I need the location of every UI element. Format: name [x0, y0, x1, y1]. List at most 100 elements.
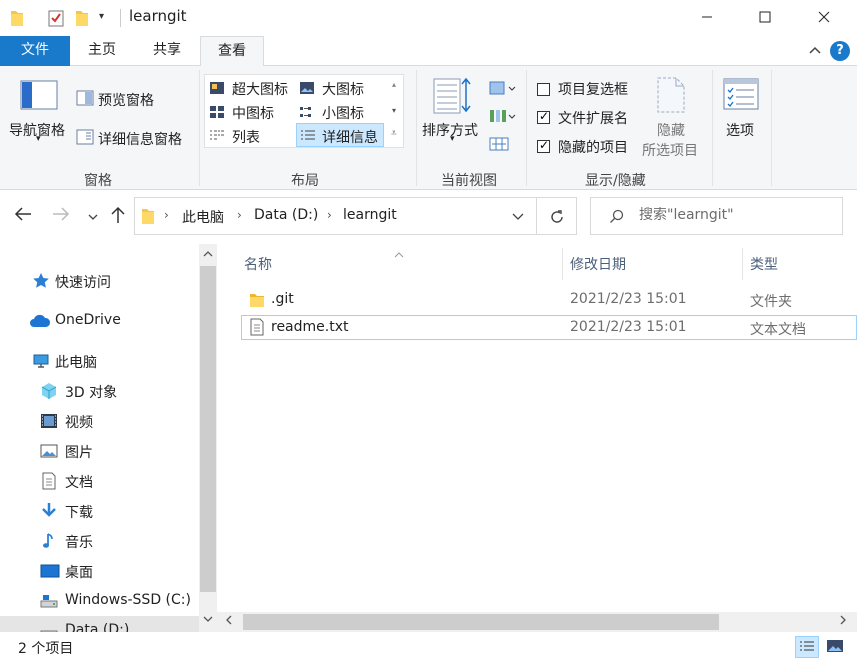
navigation-pane-icon[interactable]: [20, 80, 58, 114]
nav-item-label: 快速访问: [55, 275, 111, 291]
table-row[interactable]: .git 2021/2/23 15:01 文件夹: [241, 288, 857, 313]
group-label-show-hide: 显示/隐藏: [585, 173, 646, 189]
nav-item-desktop[interactable]: 桌面: [0, 556, 200, 586]
column-header-modified[interactable]: 修改日期: [570, 254, 626, 274]
search-box[interactable]: [590, 197, 843, 235]
options-button[interactable]: 选项: [726, 120, 754, 140]
preview-pane-icon: [76, 90, 94, 110]
close-icon: [818, 11, 830, 23]
column-separator[interactable]: [562, 248, 563, 280]
group-label-current-view: 当前视图: [441, 173, 497, 189]
address-bar[interactable]: › 此电脑 › Data (D:) › learngit: [134, 197, 537, 235]
layout-large-icons[interactable]: 大图标: [322, 79, 364, 99]
tab-share[interactable]: 共享: [134, 36, 200, 66]
nav-item-label: 文档: [65, 475, 93, 491]
help-button[interactable]: ?: [830, 41, 850, 61]
hidden-items-label[interactable]: 隐藏的项目: [558, 137, 628, 157]
folder-icon: [249, 291, 265, 313]
column-header-name[interactable]: 名称: [244, 254, 272, 274]
nav-item-documents[interactable]: 文档: [0, 466, 200, 496]
chevron-down-icon[interactable]: ▾: [450, 134, 455, 144]
minimize-button[interactable]: [678, 0, 736, 34]
large-icons-view-icon: [827, 640, 843, 652]
item-checkboxes-checkbox[interactable]: [537, 83, 550, 96]
scrollbar-thumb[interactable]: [200, 266, 216, 592]
address-history-button[interactable]: [511, 211, 525, 227]
preview-pane-button[interactable]: 预览窗格: [98, 90, 154, 110]
nav-item-onedrive[interactable]: OneDrive: [0, 306, 200, 336]
drive-icon: [40, 622, 58, 632]
arrow-left-icon: [14, 207, 31, 221]
hide-selected-items-button-line2[interactable]: 所选项目: [642, 140, 698, 160]
layout-scroll-up-icon[interactable]: ▴: [392, 80, 396, 89]
layout-list[interactable]: 列表: [232, 127, 260, 147]
scroll-left-icon[interactable]: [225, 614, 233, 629]
breadcrumb-chevron-icon[interactable]: ›: [327, 208, 332, 222]
sort-by-icon: [433, 76, 473, 120]
refresh-button[interactable]: [537, 197, 577, 235]
customize-quick-access-icon[interactable]: ▾: [99, 11, 104, 22]
item-checkboxes-label[interactable]: 项目复选框: [558, 79, 628, 99]
add-columns-icon[interactable]: [489, 108, 517, 128]
file-list-horizontal-scrollbar[interactable]: [217, 612, 857, 632]
breadcrumb-data-drive[interactable]: Data (D:): [254, 207, 318, 223]
tab-file[interactable]: 文件: [0, 36, 70, 66]
small-icons-icon: [299, 105, 315, 123]
maximize-button[interactable]: [736, 0, 794, 34]
table-row[interactable]: readme.txt 2021/2/23 15:01 文本文档: [241, 315, 857, 340]
nav-item-quick-access[interactable]: 快速访问: [0, 266, 200, 296]
chevron-down-icon[interactable]: ▾: [36, 134, 41, 144]
scroll-down-icon[interactable]: [202, 615, 214, 626]
nav-item-data-drive[interactable]: Data (D:): [0, 616, 200, 632]
nav-item-music[interactable]: 音乐: [0, 526, 200, 556]
navigation-pane-scrollbar[interactable]: [199, 244, 217, 632]
tab-view[interactable]: 查看: [200, 36, 264, 67]
nav-item-downloads[interactable]: 下载: [0, 496, 200, 526]
breadcrumb-this-pc[interactable]: 此电脑: [182, 207, 224, 227]
nav-item-pictures[interactable]: 图片: [0, 436, 200, 466]
folder-icon[interactable]: [10, 9, 24, 31]
scrollbar-thumb[interactable]: [243, 614, 719, 630]
file-extensions-checkbox[interactable]: ✓: [537, 109, 550, 124]
file-type: 文件夹: [750, 294, 792, 310]
video-icon: [40, 412, 58, 430]
recent-locations-button[interactable]: [87, 208, 99, 227]
tab-home[interactable]: 主页: [70, 36, 134, 66]
layout-small-icons[interactable]: 小图标: [322, 103, 364, 123]
nav-item-3d-objects[interactable]: 3D 对象: [0, 376, 200, 406]
new-folder-icon[interactable]: [75, 9, 89, 31]
breadcrumb-learngit[interactable]: learngit: [343, 207, 397, 223]
layout-details[interactable]: 详细信息: [322, 127, 378, 147]
chevron-up-icon: [809, 46, 821, 54]
column-header-type[interactable]: 类型: [750, 254, 778, 274]
layout-medium-icons[interactable]: 中图标: [232, 103, 274, 123]
layout-scroll-down-icon[interactable]: ▾: [392, 106, 396, 115]
hide-selected-items-button[interactable]: 隐藏: [657, 120, 685, 140]
forward-button[interactable]: [52, 206, 70, 226]
size-columns-to-fit-icon[interactable]: [489, 136, 509, 156]
column-separator[interactable]: [742, 248, 743, 280]
search-input[interactable]: [639, 207, 835, 223]
properties-icon[interactable]: [48, 9, 64, 31]
nav-item-windows-ssd[interactable]: Windows-SSD (C:): [0, 586, 200, 616]
breadcrumb-chevron-icon[interactable]: ›: [237, 208, 242, 222]
breadcrumb-chevron-icon[interactable]: ›: [164, 208, 169, 222]
collapse-ribbon-button[interactable]: [806, 42, 824, 60]
scroll-up-icon[interactable]: [202, 250, 214, 261]
back-button[interactable]: [14, 206, 32, 226]
status-bar: 2 个项目: [0, 632, 857, 663]
close-button[interactable]: [795, 0, 853, 34]
scroll-right-icon[interactable]: [839, 614, 847, 629]
details-view-button[interactable]: [795, 636, 819, 658]
file-extensions-label[interactable]: 文件扩展名: [558, 108, 628, 128]
download-icon: [40, 502, 58, 520]
details-pane-button[interactable]: 详细信息窗格: [98, 129, 182, 149]
up-button[interactable]: [110, 206, 126, 228]
hidden-items-checkbox[interactable]: ✓: [537, 138, 550, 153]
layout-expand-icon[interactable]: ⩡: [391, 128, 397, 139]
layout-extra-large-icons[interactable]: 超大图标: [232, 79, 288, 99]
nav-item-videos[interactable]: 视频: [0, 406, 200, 436]
group-by-icon[interactable]: [489, 80, 517, 100]
nav-item-this-pc[interactable]: 此电脑: [0, 346, 200, 376]
large-icons-view-button[interactable]: [824, 636, 848, 658]
